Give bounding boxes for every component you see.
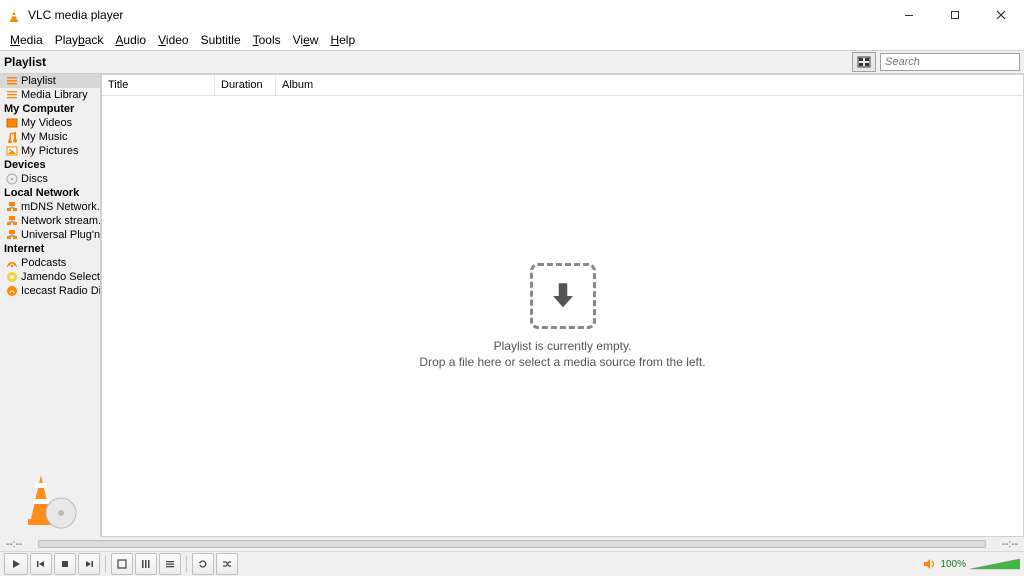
sidebar-item-label: Media Library (21, 89, 88, 101)
sidebar-item-playlist[interactable]: Playlist (0, 74, 100, 88)
shuffle-button[interactable] (216, 553, 238, 575)
sidebar-item-label: Jamendo Selecti... (21, 271, 100, 283)
menu-view[interactable]: View (287, 31, 325, 49)
menu-video[interactable]: Video (152, 31, 194, 49)
sidebar-category: Local Network (0, 186, 100, 200)
jamendo-icon (6, 271, 18, 283)
playlist-main: Title Duration Album Playlist is current… (101, 74, 1024, 537)
menu-media[interactable]: Media (4, 31, 49, 49)
controls-bar: 100% (0, 551, 1024, 576)
playlist-toggle-button[interactable] (159, 553, 181, 575)
section-header: Playlist (0, 55, 100, 69)
extended-settings-button[interactable] (135, 553, 157, 575)
sidebar-category: Internet (0, 242, 100, 256)
sidebar-item-network-stream[interactable]: Network stream... (0, 214, 100, 228)
sidebar-item-label: My Videos (21, 117, 72, 129)
sidebar-category: My Computer (0, 102, 100, 116)
sidebar: Playlist Media LibraryMy ComputerMy Video… (0, 74, 101, 537)
icecast-icon (6, 285, 18, 297)
window-title: VLC media player (28, 8, 886, 22)
fullscreen-button[interactable] (111, 553, 133, 575)
sidebar-item-label: mDNS Network... (21, 201, 100, 213)
video-icon (6, 117, 18, 129)
view-mode-button[interactable] (852, 52, 876, 72)
next-button[interactable] (78, 553, 100, 575)
minimize-button[interactable] (886, 0, 932, 30)
podcast-icon (6, 257, 18, 269)
menu-playback[interactable]: Playback (49, 31, 110, 49)
search-input[interactable] (880, 53, 1020, 71)
sidebar-item-jamendo-selecti[interactable]: Jamendo Selecti... (0, 270, 100, 284)
sidebar-item-my-music[interactable]: My Music (0, 130, 100, 144)
column-duration[interactable]: Duration (215, 75, 276, 95)
sidebar-item-label: Playlist (21, 75, 56, 87)
sidebar-item-label: My Pictures (21, 145, 78, 157)
sidebar-item-discs[interactable]: Discs (0, 172, 100, 186)
stop-button[interactable] (54, 553, 76, 575)
sidebar-item-my-pictures[interactable]: My Pictures (0, 144, 100, 158)
list-header: Title Duration Album (102, 75, 1023, 96)
sidebar-category: Devices (0, 158, 100, 172)
remaining-time: --:-- (992, 539, 1018, 550)
net-icon (6, 215, 18, 227)
column-title[interactable]: Title (102, 75, 215, 95)
sidebar-item-media-library[interactable]: Media Library (0, 88, 100, 102)
empty-line-2: Drop a file here or select a media sourc… (419, 355, 705, 369)
empty-line-1: Playlist is currently empty. (494, 339, 632, 353)
seek-bar-row: --:-- --:-- (0, 537, 1024, 551)
library-icon (6, 89, 18, 101)
sidebar-item-label: Network stream... (21, 215, 100, 227)
menubar: MediaPlaybackAudioVideoSubtitleToolsView… (0, 30, 1024, 51)
volume-percent: 100% (940, 559, 966, 570)
sidebar-item-label: Discs (21, 173, 48, 185)
seek-slider[interactable] (38, 540, 986, 548)
maximize-button[interactable] (932, 0, 978, 30)
mute-button[interactable] (922, 557, 936, 571)
sidebar-item-my-videos[interactable]: My Videos (0, 116, 100, 130)
titlebar: VLC media player (0, 0, 1024, 30)
sidebar-item-label: My Music (21, 131, 67, 143)
disc-icon (6, 173, 18, 185)
empty-playlist-drop-area[interactable]: Playlist is currently empty. Drop a file… (102, 96, 1023, 536)
sidebar-item-universal-plug-n[interactable]: Universal Plug'n... (0, 228, 100, 242)
app-logo-icon (6, 7, 22, 23)
cover-art-placeholder (0, 465, 100, 537)
previous-button[interactable] (30, 553, 52, 575)
sidebar-item-label: Icecast Radio Di... (21, 285, 100, 297)
net-icon (6, 229, 18, 241)
volume-slider[interactable] (970, 557, 1020, 571)
sidebar-item-podcasts[interactable]: Podcasts (0, 256, 100, 270)
sidebar-item-mdns-network[interactable]: mDNS Network... (0, 200, 100, 214)
menu-audio[interactable]: Audio (109, 31, 152, 49)
playlist-toolbar: Playlist (0, 51, 1024, 74)
menu-subtitle[interactable]: Subtitle (195, 31, 247, 49)
menu-help[interactable]: Help (324, 31, 361, 49)
drop-arrow-icon (530, 263, 596, 329)
play-button[interactable] (4, 553, 28, 575)
playlist-icon (6, 75, 18, 87)
menu-tools[interactable]: Tools (247, 31, 287, 49)
net-icon (6, 201, 18, 213)
music-icon (6, 131, 18, 143)
elapsed-time: --:-- (6, 539, 32, 550)
picture-icon (6, 145, 18, 157)
sidebar-item-label: Podcasts (21, 257, 66, 269)
close-button[interactable] (978, 0, 1024, 30)
column-album[interactable]: Album (276, 75, 1023, 95)
sidebar-item-icecast-radio-di[interactable]: Icecast Radio Di... (0, 284, 100, 298)
sidebar-item-label: Universal Plug'n... (21, 229, 100, 241)
loop-button[interactable] (192, 553, 214, 575)
